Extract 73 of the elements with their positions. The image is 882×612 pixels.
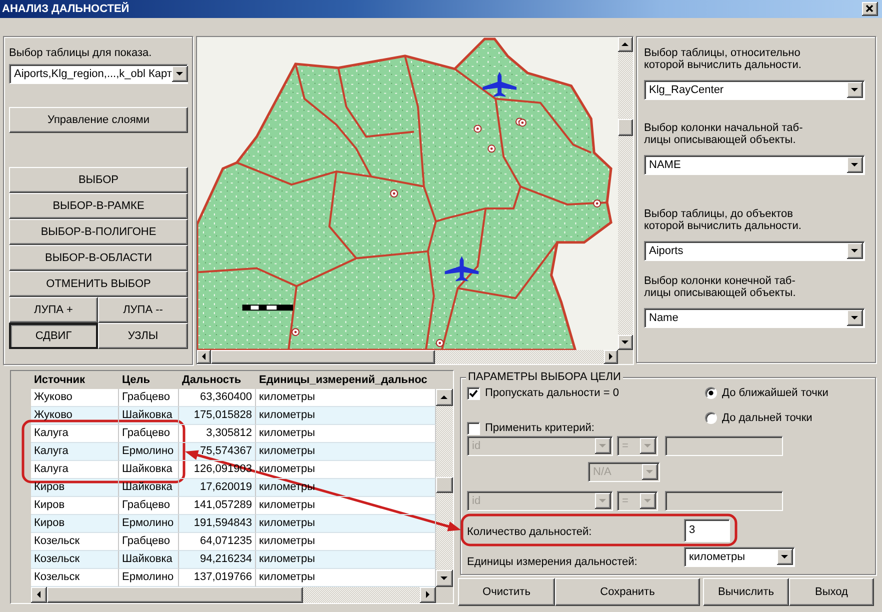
table-row[interactable]: Киров Ермолино 191,594843 километры (31, 515, 436, 533)
airplane-icon (444, 256, 479, 282)
down-arrow-icon[interactable] (618, 335, 633, 350)
select-dropdown[interactable]: Name (644, 308, 865, 328)
up-arrow-icon[interactable] (436, 389, 453, 406)
select-dropdown[interactable]: Aiports (644, 241, 865, 261)
down-arrow-icon[interactable] (847, 310, 863, 326)
scrollbar-thumb[interactable] (47, 587, 303, 603)
checkbox-label: Применить критерий: (485, 422, 594, 434)
select-dropdown[interactable]: Klg_RayCenter (644, 80, 865, 100)
down-arrow-icon[interactable] (777, 549, 793, 565)
table-row[interactable]: Калуга Грабцево 3,305812 километры (31, 425, 436, 443)
radio-label: До дальней точки (722, 412, 812, 424)
checkbox[interactable] (467, 386, 480, 400)
select-dropdown[interactable]: NAME (644, 155, 865, 175)
scrollbar-thumb[interactable] (436, 477, 453, 493)
window-title: АНАЛИЗ ДАЛЬНОСТЕЙ (2, 2, 130, 16)
select-dropdown[interactable]: Aiports,Klg_region,...,k_obl Карт (9, 64, 188, 84)
select-dropdown[interactable]: километры (684, 547, 795, 567)
down-arrow-icon[interactable] (847, 82, 863, 98)
up-arrow-icon[interactable] (618, 37, 633, 52)
field-label: Количество дальностей: (467, 526, 593, 540)
tool-button[interactable]: ЛУПА -- (98, 297, 188, 323)
dialog-button[interactable]: Вычислить (703, 578, 789, 606)
checkbox[interactable] (467, 422, 480, 434)
tool-button[interactable]: ВЫБОР-В-ОБЛАСТИ (9, 245, 188, 271)
field-label: Выбор колонки конечной таб- лицы описывающей объекты. (644, 275, 797, 299)
tool-button[interactable]: ВЫБОР-В-ПОЛИГОНЕ (9, 219, 188, 245)
table-row[interactable]: Козельск Грабцево 64,071235 километры (31, 533, 436, 551)
field-label: Выбор таблицы для показа. (9, 47, 153, 59)
down-arrow-icon[interactable] (172, 66, 188, 82)
dialog-button[interactable]: Очистить (458, 578, 555, 606)
close-icon[interactable] (862, 2, 878, 16)
radio-button[interactable] (705, 412, 717, 424)
scrollbar-thumb[interactable] (618, 119, 633, 136)
right-arrow-icon[interactable] (604, 350, 618, 364)
field-label: Выбор таблицы, относительно которой вычислить дальности. (644, 47, 802, 71)
table-row[interactable]: Козельск Шайковка 94,216234 километры (31, 551, 436, 569)
column-header[interactable]: Единицы_измерений_дальнос (256, 371, 436, 389)
left-arrow-icon[interactable] (197, 350, 211, 364)
field-label: Единицы измерения дальностей: (467, 556, 638, 569)
dialog-button[interactable]: Выход (789, 578, 874, 606)
tool-button[interactable]: ВЫБОР (9, 167, 188, 193)
check-icon (469, 388, 478, 398)
scrollbar-thumb[interactable] (211, 350, 435, 364)
input-field[interactable]: 3 (684, 519, 730, 542)
radio-label: До ближайшей точки (722, 386, 828, 400)
tool-button[interactable]: ВЫБОР-В-РАМКЕ (9, 193, 188, 219)
down-arrow-icon[interactable] (847, 157, 863, 173)
table-row[interactable]: Киров Грабцево 141,057289 километры (31, 497, 436, 515)
group-title: ПАРАМЕТРЫ ВЫБОРА ЦЕЛИ (466, 371, 623, 384)
tool-button[interactable]: СДВИГ (9, 323, 98, 349)
left-arrow-icon[interactable] (31, 587, 47, 603)
checkbox-label: Пропускать дальности = 0 (485, 386, 619, 400)
right-arrow-icon[interactable] (420, 587, 436, 603)
table-row[interactable]: Жуково Грабцево 63,360400 километры (31, 389, 436, 407)
tool-button[interactable]: ЛУПА + (9, 297, 98, 323)
down-arrow-icon[interactable] (847, 243, 863, 259)
field-label: Выбор таблицы, до объектов которой вычислить дальности. (644, 208, 802, 232)
field-label: Выбор колонки начальной таб- лицы описывающей объекты. (644, 122, 804, 146)
layers-button[interactable]: Управление слоями (9, 107, 188, 133)
radio-button[interactable] (705, 387, 717, 399)
column-header[interactable]: Цель (119, 371, 179, 389)
column-header[interactable]: Дальность (179, 371, 256, 389)
airplane-icon (482, 72, 516, 97)
dialog-button[interactable]: Сохранить (555, 578, 700, 606)
column-header[interactable]: Источник (31, 371, 119, 389)
down-arrow-icon[interactable] (436, 570, 453, 587)
tool-button[interactable]: УЗЛЫ (98, 323, 188, 349)
tool-button[interactable]: ОТМЕНИТЬ ВЫБОР (9, 271, 188, 297)
table-row[interactable]: Калуга Ермолино 75,574367 километры (31, 443, 436, 461)
table-row[interactable]: Жуково Шайковка 175,015828 километры (31, 407, 436, 425)
table-row[interactable]: Козельск Ермолино 137,019766 километры (31, 569, 436, 587)
